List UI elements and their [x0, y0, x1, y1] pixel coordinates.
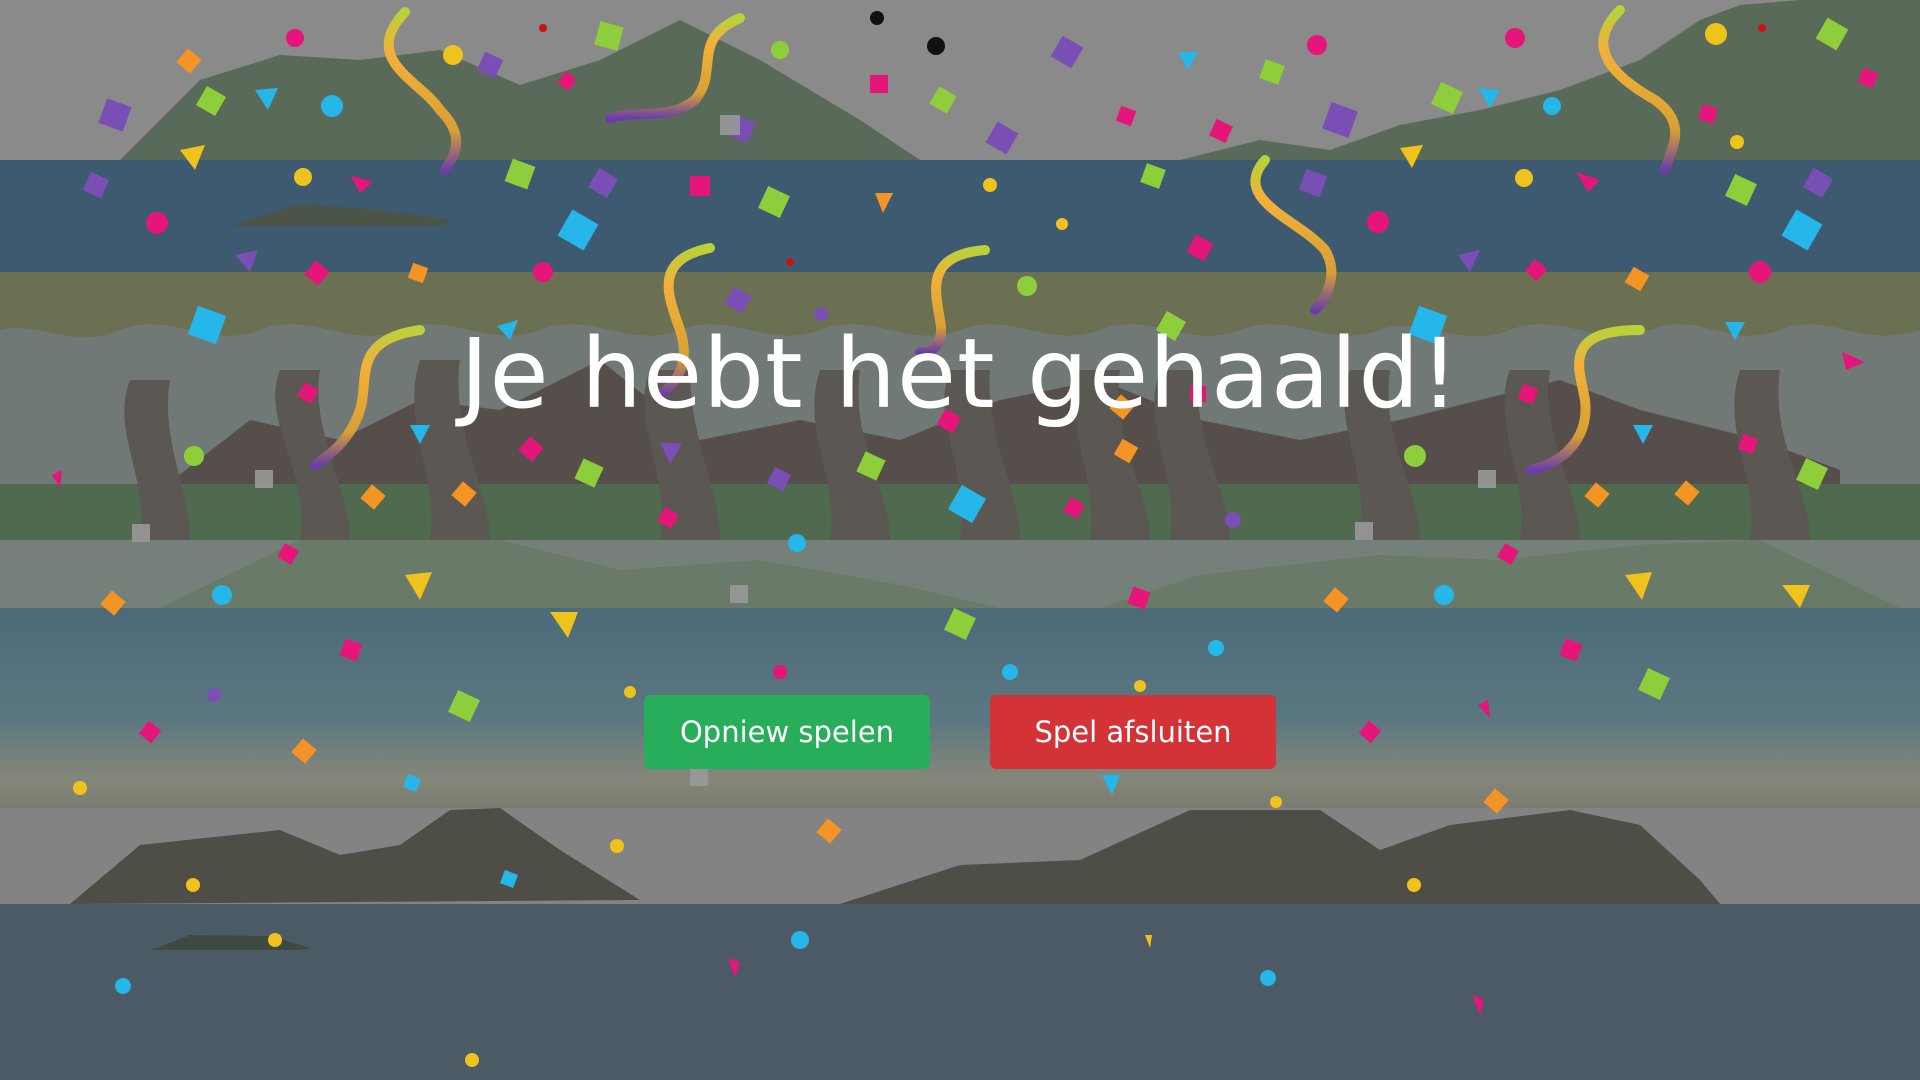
confetti-piece — [610, 839, 624, 853]
confetti-piece — [186, 878, 200, 892]
confetti-piece — [294, 168, 312, 186]
confetti-piece — [927, 37, 945, 55]
play-again-button[interactable]: Opniew spelen — [644, 695, 930, 769]
confetti-piece — [1017, 276, 1037, 296]
confetti-piece — [255, 470, 273, 488]
victory-title: Je hebt het gehaald! — [460, 318, 1460, 430]
confetti-piece — [1434, 585, 1454, 605]
confetti-piece — [1505, 28, 1525, 48]
confetti-piece — [1225, 512, 1241, 528]
confetti-piece — [1260, 970, 1276, 986]
confetti-piece — [1270, 796, 1282, 808]
confetti-piece — [1355, 522, 1373, 540]
confetti-piece — [1758, 24, 1766, 32]
confetti-piece — [286, 29, 304, 47]
confetti-piece — [870, 11, 884, 25]
confetti-piece — [1056, 218, 1068, 230]
confetti-piece — [1749, 261, 1771, 283]
confetti-piece — [184, 446, 204, 466]
confetti-piece — [690, 176, 710, 196]
confetti-piece — [1002, 664, 1018, 680]
confetti-piece — [690, 768, 708, 786]
confetti-piece — [1730, 135, 1744, 149]
confetti-piece — [533, 262, 553, 282]
confetti-piece — [1208, 640, 1224, 656]
confetti-piece — [539, 24, 547, 32]
confetti-piece — [791, 931, 809, 949]
confetti-piece — [207, 688, 221, 702]
confetti-piece — [212, 585, 232, 605]
confetti-piece — [771, 41, 789, 59]
confetti-piece — [1478, 470, 1496, 488]
confetti-piece — [788, 534, 806, 552]
confetti-piece — [1407, 878, 1421, 892]
confetti-piece — [983, 178, 997, 192]
confetti-piece — [773, 665, 787, 679]
confetti-piece — [870, 75, 888, 93]
confetti-piece — [465, 1053, 479, 1067]
confetti-piece — [1404, 445, 1426, 467]
confetti-piece — [146, 212, 168, 234]
confetti-piece — [786, 258, 794, 266]
confetti-piece — [268, 933, 282, 947]
confetti-piece — [73, 781, 87, 795]
confetti-piece — [132, 524, 150, 542]
confetti-piece — [624, 686, 636, 698]
confetti-piece — [1367, 211, 1389, 233]
confetti-piece — [1307, 35, 1327, 55]
confetti-piece — [720, 115, 740, 135]
forest-background — [0, 0, 1920, 1080]
confetti-piece — [1515, 169, 1533, 187]
ground-band — [0, 904, 1920, 1080]
confetti-piece — [443, 45, 463, 65]
confetti-piece — [1705, 23, 1727, 45]
lake-band — [0, 608, 1920, 808]
confetti-piece — [1134, 680, 1146, 692]
confetti-piece — [115, 978, 131, 994]
confetti-piece — [730, 585, 748, 603]
quit-game-button[interactable]: Spel afsluiten — [990, 695, 1276, 769]
confetti-piece — [1543, 97, 1561, 115]
confetti-piece — [321, 95, 343, 117]
